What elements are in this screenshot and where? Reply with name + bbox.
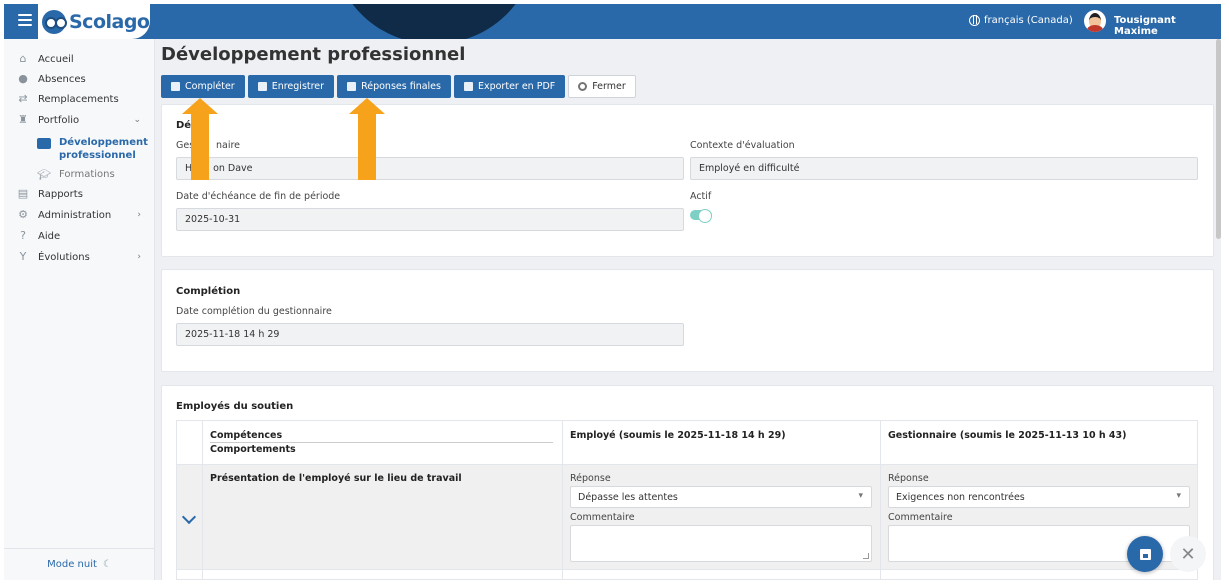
employee-response-select[interactable]: Dépasse les attentes [570,486,872,508]
row-title: Présentation de l'employé sur le lieu de… [210,473,462,484]
manager-field[interactable]: Ha on Dave [176,157,684,180]
report-icon: ▤ [17,187,29,200]
graduation-cap-icon: 🎓︎ [37,168,51,181]
save-icon [1139,548,1151,560]
final-answers-button[interactable]: Réponses finales [337,75,451,98]
col-manager: Gestionnaire (soumis le 2025-11-13 10 h … [888,430,1127,441]
due-date-label: Date d'échéance de fin de période [176,191,341,202]
close-button[interactable]: Fermer [568,75,636,98]
checkbox-icon [347,82,357,91]
logo-text: Scolago [69,10,150,33]
completion-title: Complétion [176,286,241,297]
presentation-icon [37,138,51,149]
plant-icon: Y [19,250,27,263]
annotation-arrow-complete [182,98,218,180]
trophy-icon: ♜ [18,113,28,126]
employee-response-label: Réponse [570,473,611,484]
avatar[interactable] [1084,10,1106,32]
user-name[interactable]: Tousignant Maxime [1114,15,1221,37]
sidebar-item-administration[interactable]: ⚙ Administration › [4,206,155,224]
competency-table: Compétences Comportements Employé (soumi… [176,420,1198,580]
help-icon: ? [20,229,26,242]
floating-save-button[interactable] [1127,536,1163,572]
sidebar-item-evolutions[interactable]: Y Évolutions › [4,248,155,266]
sidebar-item-portfolio[interactable]: ♜ Portfolio ⌄ [4,111,155,129]
support-title: Employés du soutien [176,401,294,412]
close-icon: ✕ [1180,543,1196,565]
col-comportements: Comportements [210,444,296,455]
annotation-arrow-final [349,98,385,180]
manager-response-select[interactable]: Exigences non rencontrées [888,486,1190,508]
pdf-icon [463,82,473,91]
chevron-right-icon: › [137,252,141,262]
save-button[interactable]: Enregistrer [247,75,335,98]
export-pdf-button[interactable]: Exporter en PDF [453,75,566,98]
moon-icon: ☾ [102,559,112,570]
page-title: Développement professionnel [161,44,466,65]
sidebar-item-accueil[interactable]: ⌂ Accueil [4,50,155,68]
language-label: français (Canada) [984,15,1073,26]
chevron-right-icon: › [137,210,141,220]
chevron-down-icon: ⌄ [133,115,141,125]
complete-button[interactable]: Compléter [161,75,245,98]
manager-comment-label: Commentaire [888,512,953,523]
sidebar-item-developpement[interactable]: Développement professionnel [4,136,155,162]
logo[interactable]: Scolago [38,4,150,39]
globe-icon [969,15,980,26]
save-icon [257,82,267,91]
sidebar-item-remplacements[interactable]: ⇄ Remplacements [4,90,155,108]
sidebar: ⌂ Accueil ● Absences ⇄ Remplacements ♜ P… [4,39,155,580]
completion-date-field[interactable]: 2025-11-18 14 h 29 [176,323,684,346]
completion-card [161,269,1214,372]
sidebar-item-formations[interactable]: 🎓︎ Formations [4,168,155,182]
night-mode-label: Mode nuit [47,559,97,570]
employee-comment-label: Commentaire [570,512,635,523]
context-field[interactable]: Employé en difficulté [690,157,1198,180]
employee-comment-field[interactable] [570,525,872,562]
col-employee: Employé (soumis le 2025-11-18 14 h 29) [570,430,786,441]
due-date-field[interactable]: 2025-10-31 [176,208,684,231]
header-decoration [334,4,534,39]
gear-icon: ⚙ [18,208,28,221]
owl-logo-icon [42,9,67,34]
active-toggle[interactable] [690,209,712,223]
flag-icon [171,82,180,91]
sidebar-item-rapports[interactable]: ▤ Rapports [4,185,155,203]
top-bar: Scolago français (Canada) Tousignant Max… [4,4,1221,39]
completion-date-label: Date complétion du gestionnaire [176,306,332,317]
toolbar: Compléter Enregistrer Réponses finales E… [161,75,636,98]
language-selector[interactable]: français (Canada) [969,15,1073,26]
details-card [161,104,1214,257]
floating-close-button[interactable]: ✕ [1170,536,1206,572]
context-label: Contexte d'évaluation [690,140,795,151]
sidebar-item-aide[interactable]: ? Aide [4,227,155,245]
sidebar-item-absences[interactable]: ● Absences [4,70,155,88]
swap-icon: ⇄ [18,92,28,105]
close-circle-icon [578,82,588,91]
hamburger-menu-icon[interactable] [18,14,32,26]
home-icon: ⌂ [19,52,27,65]
night-mode-toggle[interactable]: Mode nuit ☾ [4,548,155,580]
manager-response-label: Réponse [888,473,929,484]
users-icon: ● [18,72,28,85]
active-label: Actif [690,191,712,202]
col-competences: Compétences [210,430,283,441]
